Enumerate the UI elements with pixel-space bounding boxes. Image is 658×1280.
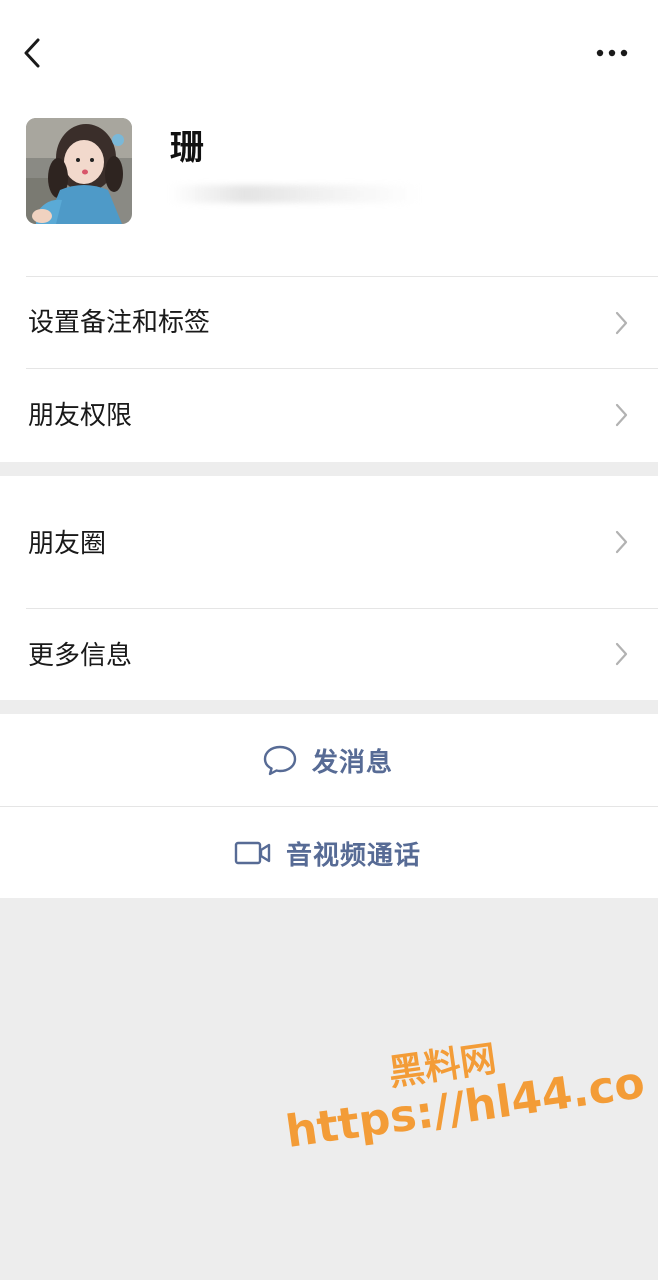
- video-call-label: 音视频通话: [286, 840, 422, 871]
- profile-header: 珊: [0, 0, 658, 260]
- chevron-right-icon: [615, 403, 628, 427]
- profile-subtitle-obscured: [170, 185, 420, 203]
- chevron-right-icon: [615, 642, 628, 666]
- avatar[interactable]: [26, 118, 132, 224]
- chevron-right-icon: [615, 311, 628, 335]
- more-button[interactable]: [590, 40, 634, 66]
- chevron-right-icon: [615, 530, 628, 554]
- row-label: 更多信息: [28, 641, 133, 671]
- video-camera-icon: [234, 841, 271, 865]
- settings-group-2: 朋友圈 更多信息: [0, 476, 658, 700]
- chevron-left-icon: [24, 38, 40, 68]
- row-friend-permissions[interactable]: 朋友权限: [0, 369, 658, 462]
- back-button[interactable]: [18, 34, 48, 74]
- row-moments[interactable]: 朋友圈: [0, 476, 658, 608]
- chat-bubble-icon: [263, 745, 297, 776]
- row-label: 朋友圈: [28, 529, 107, 559]
- watermark: 黑料网 https://hl44.co: [276, 1010, 652, 1199]
- send-message-button[interactable]: 发消息: [0, 714, 658, 806]
- row-more-info[interactable]: 更多信息: [0, 609, 658, 700]
- more-dots-icon: [596, 49, 628, 57]
- row-label: 朋友权限: [28, 401, 133, 431]
- profile-photo: [26, 118, 132, 224]
- profile-name: 珊: [170, 128, 204, 168]
- row-remark-tags[interactable]: 设置备注和标签: [0, 277, 658, 369]
- video-call-button[interactable]: 音视频通话: [0, 807, 658, 898]
- row-label: 设置备注和标签: [28, 308, 211, 338]
- settings-group-1: 设置备注和标签 朋友权限: [0, 260, 658, 462]
- send-message-label: 发消息: [312, 747, 394, 778]
